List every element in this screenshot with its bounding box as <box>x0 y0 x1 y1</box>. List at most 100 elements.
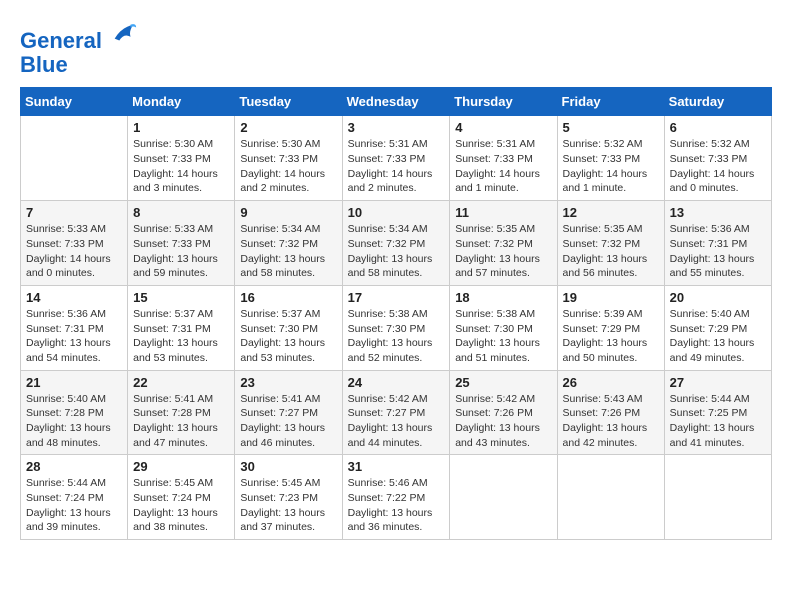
day-info: Sunrise: 5:43 AM Sunset: 7:26 PM Dayligh… <box>563 392 659 451</box>
week-row-3: 14Sunrise: 5:36 AM Sunset: 7:31 PM Dayli… <box>21 285 772 370</box>
day-info: Sunrise: 5:37 AM Sunset: 7:30 PM Dayligh… <box>240 307 336 366</box>
day-number: 12 <box>563 205 659 220</box>
header-thursday: Thursday <box>450 88 557 116</box>
day-number: 28 <box>26 459 122 474</box>
header-saturday: Saturday <box>664 88 771 116</box>
day-cell: 13 Sunrise: 5:36 AM Sunset: 7:31 PM Dayli… <box>664 201 771 286</box>
day-info: Sunrise: 5:41 AM Sunset: 7:27 PM Dayligh… <box>240 392 336 451</box>
day-cell: 29 Sunrise: 5:45 AM Sunset: 7:24 PM Dayli… <box>128 455 235 540</box>
week-row-4: 21 Sunrise: 5:40 AM Sunset: 7:28 PM Dayli… <box>21 370 772 455</box>
day-number: 24 <box>348 375 445 390</box>
day-cell: 11 Sunrise: 5:35 AM Sunset: 7:32 PM Dayli… <box>450 201 557 286</box>
day-number: 4 <box>455 120 551 135</box>
day-cell: 19Sunrise: 5:39 AM Sunset: 7:29 PM Dayli… <box>557 285 664 370</box>
logo: General Blue <box>20 20 138 77</box>
day-info: Sunrise: 5:40 AM Sunset: 7:28 PM Dayligh… <box>26 392 122 451</box>
day-number: 21 <box>26 375 122 390</box>
day-cell <box>21 116 128 201</box>
day-info: Sunrise: 5:42 AM Sunset: 7:26 PM Dayligh… <box>455 392 551 451</box>
day-cell: 7Sunrise: 5:33 AM Sunset: 7:33 PM Daylig… <box>21 201 128 286</box>
day-info: Sunrise: 5:38 AM Sunset: 7:30 PM Dayligh… <box>455 307 551 366</box>
day-number: 9 <box>240 205 336 220</box>
day-info: Sunrise: 5:31 AM Sunset: 7:33 PM Dayligh… <box>455 137 551 196</box>
day-number: 19 <box>563 290 659 305</box>
day-info: Sunrise: 5:44 AM Sunset: 7:24 PM Dayligh… <box>26 476 122 535</box>
day-cell: 28 Sunrise: 5:44 AM Sunset: 7:24 PM Dayli… <box>21 455 128 540</box>
week-row-2: 7 Sunrise: 5:33 AM Sunset: 7:33 PM Daylig… <box>21 201 772 286</box>
header-tuesday: Tuesday <box>235 88 342 116</box>
day-cell: 8 Sunrise: 5:33 AM Sunset: 7:33 PM Daylig… <box>128 201 235 286</box>
day-number: 20 <box>670 290 766 305</box>
day-number: 7 <box>26 205 122 220</box>
day-cell: 26 Sunrise: 5:43 AM Sunset: 7:26 PM Dayli… <box>557 370 664 455</box>
day-info: Sunrise: 5:34 AM Sunset: 7:32 PM Dayligh… <box>348 222 445 281</box>
day-info: Sunrise: 5:46 AM Sunset: 7:22 PM Dayligh… <box>348 476 445 535</box>
day-cell: 25 Sunrise: 5:42 AM Sunset: 7:26 PM Dayli… <box>450 370 557 455</box>
day-number: 3 <box>348 120 445 135</box>
day-info: Sunrise: 5:32 AM Sunset: 7:33 PM Dayligh… <box>670 137 766 196</box>
week-row-1: 1 Sunrise: 5:30 AM Sunset: 7:33 PM Daylig… <box>21 116 772 201</box>
day-cell: 4 Sunrise: 5:31 AM Sunset: 7:33 PM Daylig… <box>450 116 557 201</box>
day-number: 17 <box>348 290 445 305</box>
day-number: 5 <box>563 120 659 135</box>
day-number: 1 <box>133 120 229 135</box>
day-number: 30 <box>240 459 336 474</box>
day-number: 18 <box>455 290 551 305</box>
day-cell: 12Sunrise: 5:35 AM Sunset: 7:32 PM Dayli… <box>557 201 664 286</box>
day-cell <box>557 455 664 540</box>
day-info: Sunrise: 5:45 AM Sunset: 7:24 PM Dayligh… <box>133 476 229 535</box>
day-number: 29 <box>133 459 229 474</box>
day-cell: 5 Sunrise: 5:32 AM Sunset: 7:33 PM Daylig… <box>557 116 664 201</box>
day-cell <box>664 455 771 540</box>
day-info: Sunrise: 5:35 AM Sunset: 7:32 PM Dayligh… <box>455 222 551 281</box>
day-number: 11 <box>455 205 551 220</box>
day-number: 26 <box>563 375 659 390</box>
day-info: Sunrise: 5:34 AM Sunset: 7:32 PM Dayligh… <box>240 222 336 281</box>
header-sunday: Sunday <box>21 88 128 116</box>
day-info: Sunrise: 5:38 AM Sunset: 7:30 PM Dayligh… <box>348 307 445 366</box>
day-cell: 9 Sunrise: 5:34 AM Sunset: 7:32 PM Daylig… <box>235 201 342 286</box>
calendar-table: SundayMondayTuesdayWednesdayThursdayFrid… <box>20 87 772 540</box>
day-info: Sunrise: 5:42 AM Sunset: 7:27 PM Dayligh… <box>348 392 445 451</box>
day-cell: 23 Sunrise: 5:41 AM Sunset: 7:27 PM Dayli… <box>235 370 342 455</box>
day-number: 31 <box>348 459 445 474</box>
week-row-5: 28 Sunrise: 5:44 AM Sunset: 7:24 PM Dayli… <box>21 455 772 540</box>
day-number: 13 <box>670 205 766 220</box>
day-number: 6 <box>670 120 766 135</box>
day-number: 25 <box>455 375 551 390</box>
logo-text: General <box>20 20 138 53</box>
day-info: Sunrise: 5:36 AM Sunset: 7:31 PM Dayligh… <box>26 307 122 366</box>
day-info: Sunrise: 5:31 AM Sunset: 7:33 PM Dayligh… <box>348 137 445 196</box>
day-cell: 18 Sunrise: 5:38 AM Sunset: 7:30 PM Dayli… <box>450 285 557 370</box>
day-cell: 20 Sunrise: 5:40 AM Sunset: 7:29 PM Dayli… <box>664 285 771 370</box>
day-cell: 27Sunrise: 5:44 AM Sunset: 7:25 PM Dayli… <box>664 370 771 455</box>
day-cell: 17 Sunrise: 5:38 AM Sunset: 7:30 PM Dayli… <box>342 285 450 370</box>
day-cell: 31 Sunrise: 5:46 AM Sunset: 7:22 PM Dayli… <box>342 455 450 540</box>
day-cell <box>450 455 557 540</box>
day-number: 8 <box>133 205 229 220</box>
day-number: 2 <box>240 120 336 135</box>
page-header: General Blue <box>20 20 772 77</box>
day-cell: 6 Sunrise: 5:32 AM Sunset: 7:33 PM Daylig… <box>664 116 771 201</box>
day-info: Sunrise: 5:37 AM Sunset: 7:31 PM Dayligh… <box>133 307 229 366</box>
day-cell: 24 Sunrise: 5:42 AM Sunset: 7:27 PM Dayli… <box>342 370 450 455</box>
day-info: Sunrise: 5:30 AM Sunset: 7:33 PM Dayligh… <box>133 137 229 196</box>
day-number: 15 <box>133 290 229 305</box>
day-info: Sunrise: 5:40 AM Sunset: 7:29 PM Dayligh… <box>670 307 766 366</box>
day-cell: 16 Sunrise: 5:37 AM Sunset: 7:30 PM Dayli… <box>235 285 342 370</box>
day-info: Sunrise: 5:36 AM Sunset: 7:31 PM Dayligh… <box>670 222 766 281</box>
day-info: Sunrise: 5:33 AM Sunset: 7:33 PM Dayligh… <box>133 222 229 281</box>
day-cell: 3 Sunrise: 5:31 AM Sunset: 7:33 PM Daylig… <box>342 116 450 201</box>
day-info: Sunrise: 5:41 AM Sunset: 7:28 PM Dayligh… <box>133 392 229 451</box>
header-monday: Monday <box>128 88 235 116</box>
header-friday: Friday <box>557 88 664 116</box>
day-number: 16 <box>240 290 336 305</box>
day-info: Sunrise: 5:32 AM Sunset: 7:33 PM Dayligh… <box>563 137 659 196</box>
day-cell: 21 Sunrise: 5:40 AM Sunset: 7:28 PM Dayli… <box>21 370 128 455</box>
header-wednesday: Wednesday <box>342 88 450 116</box>
logo-text-blue: Blue <box>20 53 138 77</box>
day-number: 23 <box>240 375 336 390</box>
day-cell: 10Sunrise: 5:34 AM Sunset: 7:32 PM Dayli… <box>342 201 450 286</box>
header-row: SundayMondayTuesdayWednesdayThursdayFrid… <box>21 88 772 116</box>
logo-bird-icon <box>110 20 138 48</box>
